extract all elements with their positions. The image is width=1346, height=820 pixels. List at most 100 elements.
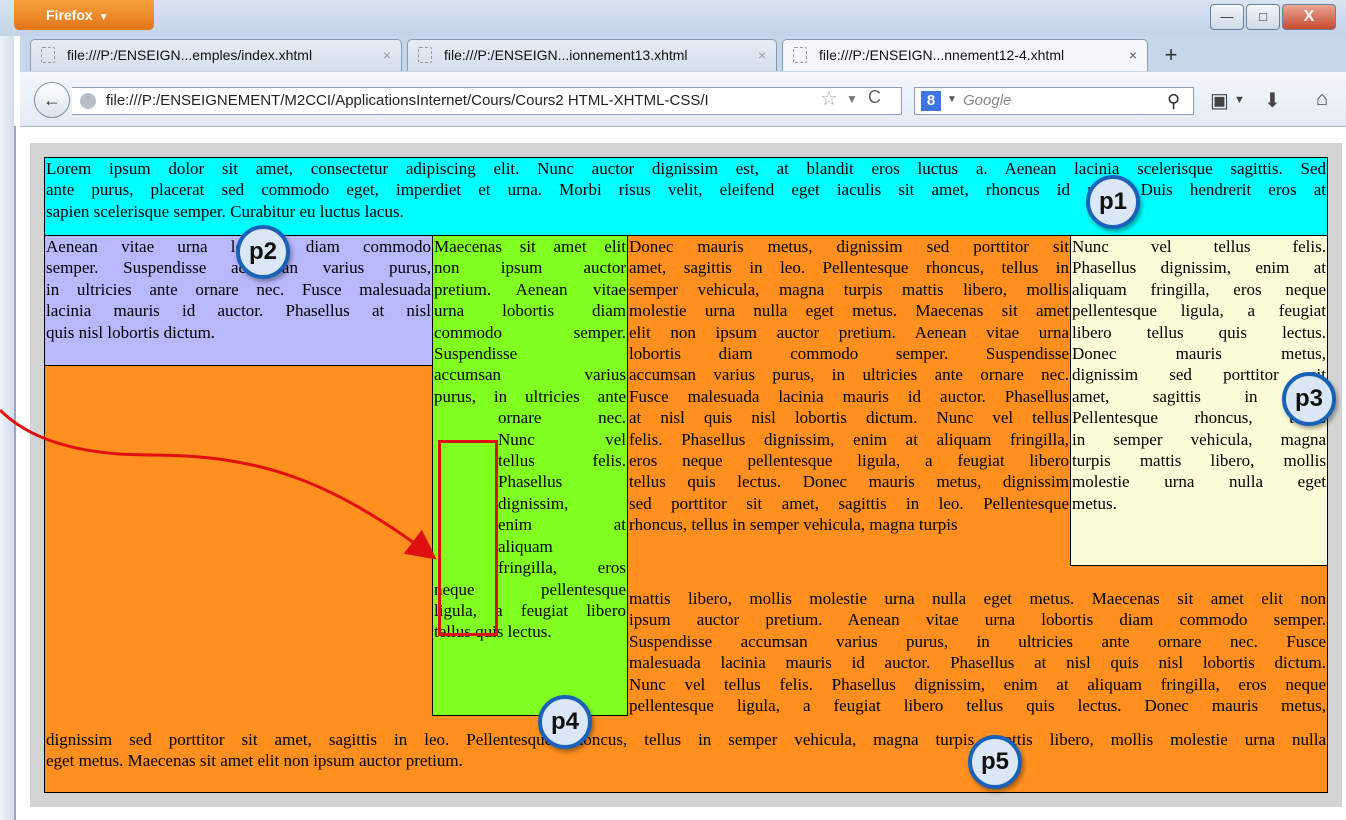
text-line: accumsan varius [434,365,626,385]
text-line: Fusce malesuada lacinia mauris id auctor… [629,386,1069,406]
text-line: Suspendisse accumsan varius purus, in ul… [629,631,1326,651]
text-line: at nisl quis nisl lobortis dictum. Nunc … [629,408,1069,428]
marker-p4: p4 [538,695,592,749]
text-line: enim at [498,515,626,535]
p5-bottom-text: dignissim sed porttitor sit amet, sagitt… [45,729,1327,789]
text-line: metus. [1072,493,1117,513]
chevron-down-icon: ▼ [98,12,109,23]
firefox-menu-label: Firefox [46,7,93,23]
tab-close-icon[interactable]: × [383,40,391,70]
text-line: pretium. Aenean vitae [434,279,626,299]
back-button[interactable]: ← [34,82,70,118]
window-border [14,126,16,820]
text-line: aliquam fringilla, eros neque [1072,279,1326,299]
text-line: tellus quis lectus. Donec mauris metus, … [629,472,1069,492]
page-favicon-icon [418,47,432,63]
text-line: turpis mattis libero, mollis [1072,451,1326,471]
text-line: libero tellus quis lectus. [1072,322,1326,342]
tab-positionnement13[interactable]: file:///P:/ENSEIGN...ionnement13.xhtml × [407,39,777,71]
text-line: quis nisl lobortis dictum. [46,322,216,342]
text-line: amet, sagittis in leo. Pellentesque rhon… [629,258,1069,278]
text-line: accumsan varius purus, in ultricies ante… [629,365,1069,385]
text-line: Lorem ipsum dolor sit amet, consectetur … [46,159,1326,178]
text-line: purus, in ultricies ante [434,386,626,406]
text-line: Phasellus dignissim, enim at [1072,258,1326,278]
text-line: tellus felis. [498,451,626,471]
text-line: sed porttitor sit amet, sagittis in leo.… [629,493,1069,513]
reload-icon[interactable]: C [868,87,881,108]
text-line: non ipsum auctor [434,258,626,278]
tab-index[interactable]: file:///P:/ENSEIGN...emples/index.xhtml … [30,39,402,71]
text-line: Nunc vel tellus felis. [1072,237,1326,256]
search-icon[interactable]: ⚲ [1167,88,1180,114]
marker-p2: p2 [236,225,290,279]
p5-text-column: Donec mauris metus, dignissim sed portti… [628,236,1070,566]
tab-label: file:///P:/ENSEIGN...nnement12-4.xhtml [819,47,1065,63]
page-favicon-icon [41,47,55,63]
window-left-edge [0,36,14,820]
text-line: malesuada lacinia mauris id auctor. Phas… [629,653,1326,673]
google-engine-icon[interactable]: 8 [921,91,941,111]
text-line: felis. Phasellus dignissim, enim at aliq… [629,429,1069,449]
highlight-rectangle [438,440,498,636]
search-placeholder: Google [963,92,1012,109]
p5-wide-text: mattis libero, mollis molestie urna null… [628,588,1327,748]
close-window-button[interactable]: X [1282,4,1336,30]
globe-icon [80,93,96,109]
url-text: file:///P:/ENSEIGNEMENT/M2CCI/Applicatio… [106,92,709,109]
navigation-toolbar: ← file:///P:/ENSEIGNEMENT/M2CCI/Applicat… [20,72,1346,127]
text-line: Donec mauris metus, dignissim sed portti… [629,237,1069,256]
new-tab-button[interactable]: + [1156,40,1186,70]
url-history-dropdown-icon[interactable]: ▼ [846,92,858,106]
text-line: molestie urna nulla eget metus. Maecenas… [629,301,1069,321]
bookmarks-icon[interactable]: ▣ [1210,88,1229,113]
text-line: elit non ipsum auctor pretium. Aenean vi… [629,322,1069,342]
text-line: pellentesque ligula, a feugiat [1072,301,1326,321]
download-icon[interactable]: ⬇ [1264,88,1281,113]
bookmarks-dropdown-icon[interactable]: ▼ [1234,94,1245,106]
tab-close-icon[interactable]: × [758,40,766,70]
text-line: Suspendisse [434,344,518,364]
search-input[interactable]: 8 ▼ Google ⚲ [914,87,1194,115]
tab-label: file:///P:/ENSEIGN...ionnement13.xhtml [444,47,688,63]
marker-p3: p3 [1282,372,1336,426]
window-titlebar: Firefox ▼ — □ X [0,0,1346,36]
maximize-button[interactable]: □ [1246,4,1280,30]
text-line: eros neque pellentesque ligula, a feugia… [629,451,1069,471]
text-line: in ultricies ante ornare nec. Fusce male… [46,279,431,299]
text-line: Nunc vel [498,429,626,449]
text-line: ornare nec. [498,408,626,428]
marker-p5: p5 [968,735,1022,789]
text-line: eget metus. Maecenas sit amet elit non i… [46,751,463,771]
tab-label: file:///P:/ENSEIGN...emples/index.xhtml [67,47,313,63]
text-line: sapien scelerisque semper. Curabitur eu … [46,201,404,221]
text-line: fringilla, eros [498,558,626,578]
text-line: ipsum auctor pretium. Aenean vitae urna … [629,610,1326,630]
firefox-menu-button[interactable]: Firefox ▼ [14,0,154,30]
text-line: commodo semper. [434,322,626,342]
text-line: in semper vehicula, magna [1072,429,1326,449]
minimize-button[interactable]: — [1210,4,1244,30]
text-line: lobortis diam commodo semper. Suspendiss… [629,344,1069,364]
url-bar[interactable]: file:///P:/ENSEIGNEMENT/M2CCI/Applicatio… [72,87,902,115]
text-line: Maecenas sit amet elit [434,237,626,256]
text-line: semper vehicula, magna turpis mattis lib… [629,279,1069,299]
text-line: dignissim sed porttitor sit amet, sagitt… [46,730,1326,749]
text-line: mattis libero, mollis molestie urna null… [629,589,1326,608]
text-line: urna lobortis diam [434,301,626,321]
text-line: aliquam [498,536,553,556]
bookmark-star-icon[interactable]: ☆ [820,86,838,111]
text-line: dignissim, [498,493,569,513]
search-engine-dropdown-icon[interactable]: ▼ [947,94,957,105]
text-line: pellentesque ligula, a feugiat libero te… [629,696,1326,716]
text-line: molestie urna nulla eget [1072,472,1326,492]
text-line: Phasellus [498,472,563,492]
home-icon[interactable]: ⌂ [1316,88,1328,111]
tab-close-icon[interactable]: × [1129,40,1137,70]
text-line: rhoncus, tellus in semper vehicula, magn… [629,515,958,535]
tab-bar: file:///P:/ENSEIGN...emples/index.xhtml … [20,36,1346,72]
tab-positionnement12-4[interactable]: file:///P:/ENSEIGN...nnement12-4.xhtml × [782,39,1148,71]
page-favicon-icon [793,47,807,63]
text-line: lacinia mauris id auctor. Phasellus at n… [46,301,431,321]
text-line: Nunc vel tellus felis. Phasellus digniss… [629,674,1326,694]
